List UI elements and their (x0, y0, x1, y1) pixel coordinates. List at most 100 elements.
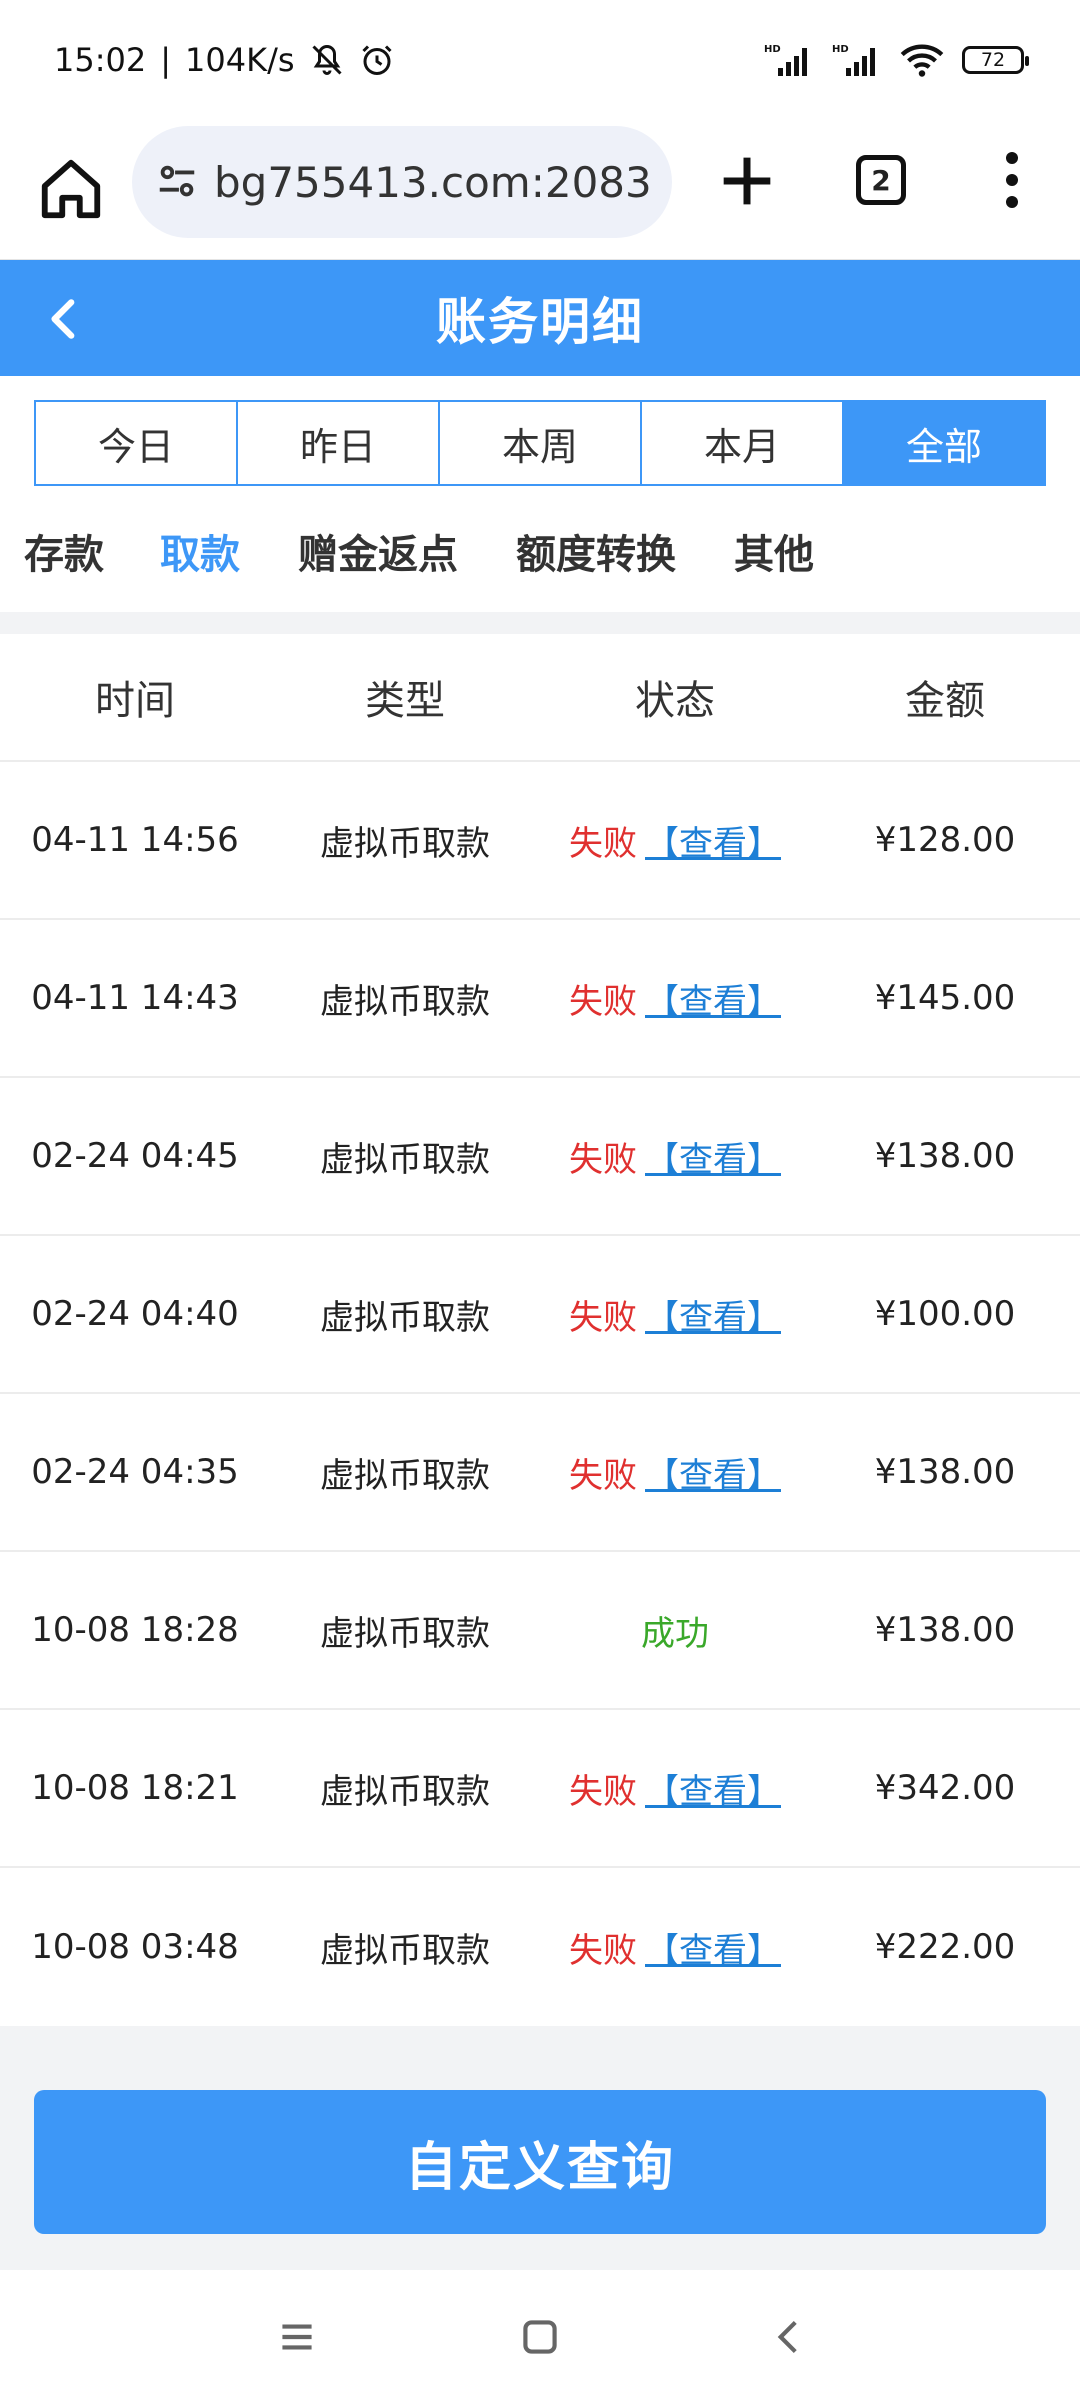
clock: 15:02 (54, 41, 147, 79)
header-time: 时间 (95, 678, 175, 724)
status-badge: 失败 (569, 1930, 637, 1971)
system-nav-bar (0, 2270, 1080, 2400)
tab-yesterday[interactable]: 昨日 (238, 402, 440, 484)
status-badge: 失败 (569, 981, 637, 1022)
view-link[interactable]: 【查看】 (645, 816, 781, 865)
address-bar[interactable]: bg755413.com:2083 (132, 126, 672, 238)
tab-today[interactable]: 今日 (36, 402, 238, 484)
records-table: 时间 类型 状态 金额 04-11 14:56 虚拟币取款 失败 【查看】 ¥128.0… (0, 634, 1080, 2026)
battery-icon: 72 (962, 46, 1029, 74)
mute-bell-icon (311, 44, 342, 75)
cell-time: 02-24 04:40 (31, 1294, 239, 1334)
status-badge: 失败 (569, 823, 637, 864)
view-link[interactable]: 【查看】 (645, 974, 781, 1023)
back-nav-icon[interactable] (764, 2312, 814, 2362)
cell-status: 失败 【查看】 (540, 1236, 810, 1392)
cell-status: 失败 【查看】 (540, 1710, 810, 1866)
table-row: 02-24 04:40 虚拟币取款 失败 【查看】 ¥100.00 (0, 1236, 1080, 1394)
tabs-icon[interactable]: 2 (856, 155, 906, 205)
browser-toolbar: bg755413.com:2083 2 (0, 120, 1080, 260)
category-tabs: 存款 取款 赠金返点 额度转换 其他 (0, 490, 1080, 612)
cell-type: 虚拟币取款 (320, 981, 490, 1022)
svg-text:HD: HD (832, 44, 849, 55)
svg-text:HD: HD (764, 44, 781, 55)
custom-query-button[interactable]: 自定义查询 (34, 2090, 1046, 2234)
home-icon[interactable] (36, 154, 106, 224)
back-arrow-icon[interactable] (40, 294, 90, 344)
cell-amount: ¥222.00 (874, 1927, 1016, 1967)
cell-amount: ¥138.00 (874, 1136, 1016, 1176)
table-body: 04-11 14:56 虚拟币取款 失败 【查看】 ¥128.00 04-11 14:43… (0, 762, 1080, 2026)
page-header: 账务明细 (0, 260, 1080, 376)
view-link[interactable]: 【查看】 (645, 1448, 781, 1497)
tab-deposit[interactable]: 存款 (24, 522, 104, 580)
cell-type: 虚拟币取款 (320, 1771, 490, 1812)
cell-type: 虚拟币取款 (320, 823, 490, 864)
cell-status: 成功 (540, 1552, 810, 1708)
cell-type: 虚拟币取款 (320, 1297, 490, 1338)
cell-amount: ¥138.00 (874, 1452, 1016, 1492)
table-row: 10-08 03:48 虚拟币取款 失败 【查看】 ¥222.00 (0, 1868, 1080, 2026)
cell-type: 虚拟币取款 (320, 1139, 490, 1180)
cell-time: 02-24 04:45 (31, 1136, 239, 1176)
status-badge: 失败 (569, 1771, 637, 1812)
table-row: 04-11 14:43 虚拟币取款 失败 【查看】 ¥145.00 (0, 920, 1080, 1078)
tab-bonus-rebate[interactable]: 赠金返点 (298, 522, 458, 580)
table-row: 04-11 14:56 虚拟币取款 失败 【查看】 ¥128.00 (0, 762, 1080, 920)
cell-status: 失败 【查看】 (540, 762, 810, 918)
cell-time: 04-11 14:56 (31, 820, 239, 860)
cell-type: 虚拟币取款 (320, 1930, 490, 1971)
menu-dots-icon[interactable] (990, 150, 1034, 210)
recent-apps-icon[interactable] (272, 2312, 322, 2362)
cell-amount: ¥128.00 (874, 820, 1016, 860)
alarm-icon (361, 45, 392, 75)
url-text: bg755413.com:2083 (214, 157, 652, 207)
status-badge: 成功 (641, 1613, 709, 1654)
table-row: 10-08 18:28 虚拟币取款 成功 ¥138.00 (0, 1552, 1080, 1710)
cell-time: 02-24 04:35 (31, 1452, 239, 1492)
tab-credit-transfer[interactable]: 额度转换 (516, 522, 676, 580)
cell-status: 失败 【查看】 (540, 920, 810, 1076)
tab-this-week[interactable]: 本周 (440, 402, 642, 484)
cell-status: 失败 【查看】 (540, 1868, 810, 2026)
status-badge: 失败 (569, 1297, 637, 1338)
table-row: 10-08 18:21 虚拟币取款 失败 【查看】 ¥342.00 (0, 1710, 1080, 1868)
header-type: 类型 (365, 678, 445, 724)
view-link[interactable]: 【查看】 (645, 1290, 781, 1339)
wifi-icon (900, 44, 944, 77)
cell-time: 04-11 14:43 (31, 978, 239, 1018)
cell-amount: ¥145.00 (874, 978, 1016, 1018)
cell-time: 10-08 18:21 (31, 1768, 239, 1808)
cell-status: 失败 【查看】 (540, 1078, 810, 1234)
tab-withdraw[interactable]: 取款 (160, 522, 240, 580)
battery-level: 72 (980, 49, 1006, 71)
status-bar: 15:02 | 104K/s HD HD 72 (0, 0, 1080, 120)
tab-count: 2 (871, 163, 891, 197)
plus-icon[interactable] (712, 146, 782, 216)
site-settings-icon[interactable] (154, 159, 200, 205)
status-badge: 失败 (569, 1139, 637, 1180)
cell-amount: ¥342.00 (874, 1768, 1016, 1808)
signal-icon-2: HD (832, 44, 875, 76)
status-right: HD HD 72 (764, 42, 1029, 78)
cell-type: 虚拟币取款 (320, 1455, 490, 1496)
view-link[interactable]: 【查看】 (645, 1764, 781, 1813)
home-nav-icon[interactable] (515, 2312, 565, 2362)
cell-status: 失败 【查看】 (540, 1394, 810, 1550)
signal-icon: HD (764, 44, 807, 76)
cell-time: 10-08 18:28 (31, 1610, 239, 1650)
view-link[interactable]: 【查看】 (645, 1923, 781, 1972)
period-tabs: 今日 昨日 本周 本月 全部 (34, 400, 1046, 486)
period-filter: 今日 昨日 本周 本月 全部 (0, 376, 1080, 490)
status-left: 15:02 | 104K/s (54, 41, 395, 79)
cell-type: 虚拟币取款 (320, 1613, 490, 1654)
page-title: 账务明细 (436, 293, 644, 351)
tab-this-month[interactable]: 本月 (642, 402, 844, 484)
network-speed: 104K/s (185, 41, 295, 79)
view-link[interactable]: 【查看】 (645, 1132, 781, 1181)
table-header: 时间 类型 状态 金额 (0, 634, 1080, 762)
cell-amount: ¥138.00 (874, 1610, 1016, 1650)
header-status: 状态 (635, 678, 715, 724)
tab-other[interactable]: 其他 (734, 522, 814, 580)
tab-all[interactable]: 全部 (844, 402, 1044, 484)
